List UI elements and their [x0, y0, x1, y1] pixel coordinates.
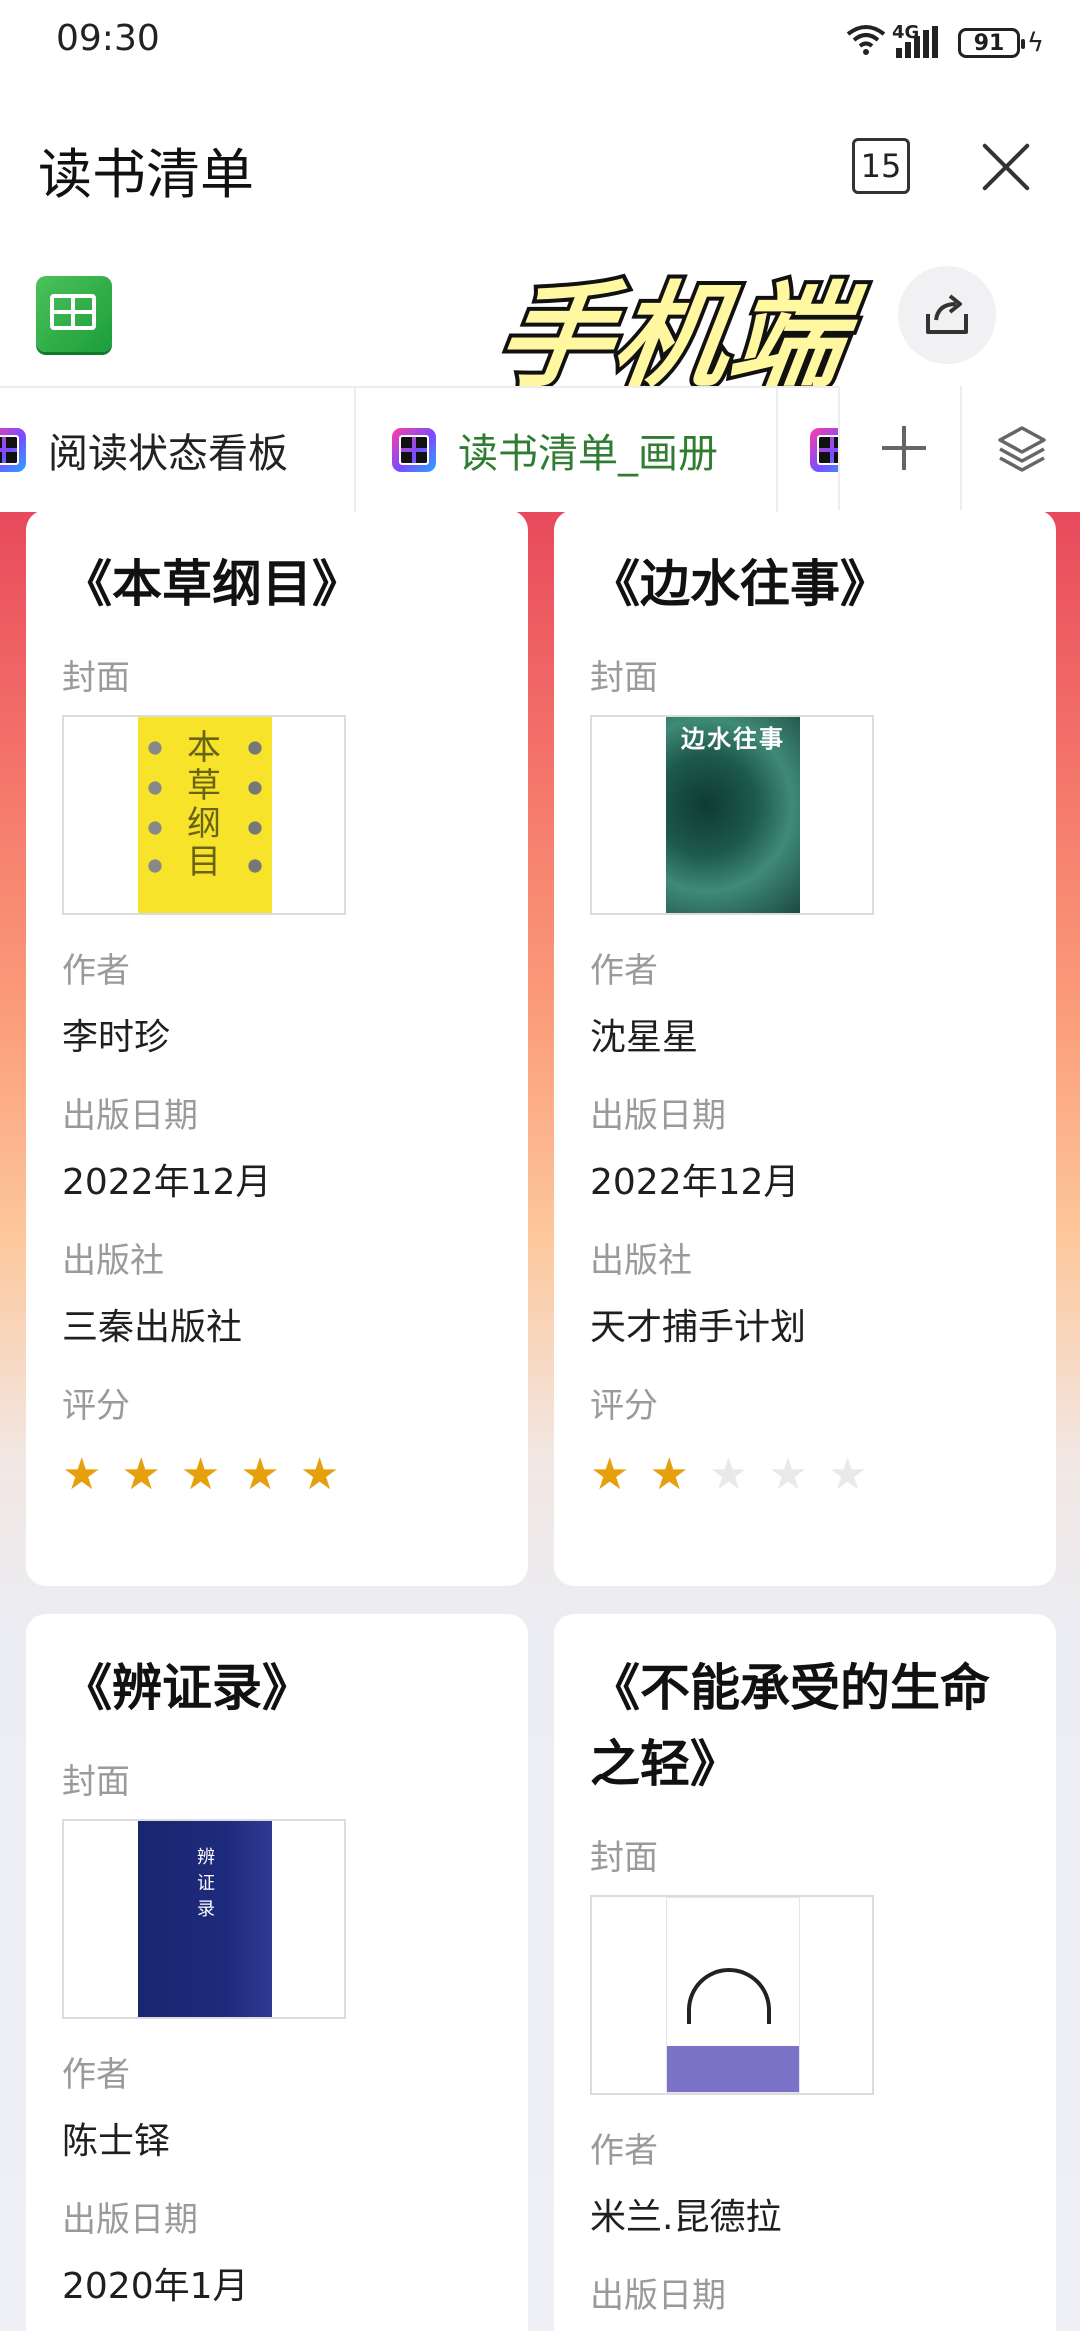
author-value: 陈士铎 [62, 2121, 171, 2162]
share-button[interactable] [898, 266, 996, 364]
record-card[interactable]: 《辨证录》 封面 辨证录 作者 陈士铎 出版日期 2020年1月 [26, 1614, 528, 2331]
cover-title-text: 本草纲目 [187, 728, 221, 882]
star-icon: ★ [299, 1449, 340, 1500]
cover-title-text: 边水往事 [681, 725, 785, 753]
book-cover: 本草纲目 [138, 717, 272, 913]
share-icon [926, 294, 968, 334]
cover-label: 封面 [62, 658, 130, 698]
cover-label: 封面 [590, 658, 658, 698]
cover-image[interactable] [590, 1895, 874, 2095]
star-icon: ★ [649, 1449, 689, 1500]
rating-label: 评分 [62, 1386, 130, 1426]
cover-label: 封面 [62, 1762, 130, 1802]
date-label: 出版日期 [590, 2276, 726, 2316]
battery-icon: 91 [958, 28, 1025, 58]
author-label: 作者 [62, 2055, 130, 2095]
author-value: 沈星星 [590, 1017, 699, 1058]
rating-stars: ★ ★ ★ ★ ★ [590, 1453, 1020, 1497]
author-value: 米兰.昆德拉 [590, 2197, 782, 2238]
star-icon: ★ [62, 1449, 102, 1500]
card-title: 《不能承受的生命之轻》 [590, 1659, 990, 1793]
publisher-label: 出版社 [590, 1241, 692, 1281]
publisher-value: 天才捕手计划 [590, 1307, 807, 1348]
star-icon: ★ [590, 1449, 630, 1500]
author-label: 作者 [590, 951, 658, 991]
publisher-label: 出版社 [62, 1241, 164, 1281]
card-title: 《边水往事》 [590, 555, 890, 613]
date-label: 出版日期 [62, 2200, 198, 2240]
cover-image[interactable]: 边水往事 [590, 715, 874, 915]
wifi-icon [846, 24, 886, 60]
charging-icon: ϟ [1026, 28, 1044, 58]
add-tab-button[interactable] [838, 386, 962, 510]
page-title: 读书清单 [38, 143, 254, 206]
overlay-caption: 手机端 [485, 266, 860, 407]
status-bar: 09:30 4G 91 ϟ [0, 0, 1080, 90]
star-icon: ★ [180, 1449, 221, 1500]
battery-level: 91 [973, 30, 1005, 56]
table-icon [392, 428, 436, 472]
star-icon: ★ [708, 1449, 749, 1500]
layers-icon [998, 426, 1046, 472]
star-icon: ★ [768, 1449, 808, 1500]
gallery-view: 《本草纲目》 封面 本草纲目 作者 李时珍 出版日期 2022年12月 出版社 … [0, 512, 1080, 2331]
cover-image[interactable]: 本草纲目 [62, 715, 346, 915]
author-label: 作者 [62, 951, 130, 991]
cover-title-text: 辨证录 [197, 1847, 215, 1920]
star-icon: ★ [121, 1449, 161, 1500]
close-icon[interactable] [976, 135, 1036, 195]
book-cover: 辨证录 [138, 1821, 272, 2017]
tab-label: 阅读状态看板 [48, 431, 288, 477]
signal-icon [896, 26, 938, 62]
status-time: 09:30 [56, 18, 160, 59]
cover-image[interactable]: 辨证录 [62, 1819, 346, 2019]
layers-button[interactable] [960, 386, 1080, 510]
star-icon: ★ [240, 1449, 280, 1500]
table-icon [0, 428, 26, 472]
book-cover: 边水往事 [666, 717, 800, 913]
author-value: 李时珍 [62, 1017, 171, 1058]
rating-label: 评分 [590, 1386, 658, 1426]
date-value: 2022年12月 [590, 1162, 800, 1203]
date-value: 2020年1月 [62, 2266, 249, 2307]
card-title: 《辨证录》 [62, 1659, 312, 1717]
star-icon: ★ [827, 1449, 868, 1500]
tab-count-button[interactable]: 15 [852, 138, 910, 194]
cover-label: 封面 [590, 1838, 658, 1878]
app-icon[interactable] [36, 276, 112, 352]
date-value: 2022年12月 [62, 1162, 272, 1203]
book-cover [666, 1897, 800, 2093]
publisher-value: 三秦出版社 [62, 1307, 243, 1348]
record-card[interactable]: 《边水往事》 封面 边水往事 作者 沈星星 出版日期 2022年12月 出版社 … [554, 512, 1056, 1586]
tab-label: 读书清单_画册 [458, 431, 718, 477]
date-label: 出版日期 [62, 1096, 198, 1136]
date-label: 出版日期 [590, 1096, 726, 1136]
record-card[interactable]: 《本草纲目》 封面 本草纲目 作者 李时珍 出版日期 2022年12月 出版社 … [26, 512, 528, 1586]
record-card[interactable]: 《不能承受的生命之轻》 封面 作者 米兰.昆德拉 出版日期 [554, 1614, 1056, 2331]
tab-reading-board[interactable]: 阅读状态看板 [0, 388, 288, 512]
rating-stars: ★ ★ ★ ★ ★ [62, 1453, 492, 1497]
tab-reading-gallery[interactable]: 读书清单_画册 [392, 388, 718, 512]
author-label: 作者 [590, 2131, 658, 2171]
card-title: 《本草纲目》 [62, 555, 362, 613]
